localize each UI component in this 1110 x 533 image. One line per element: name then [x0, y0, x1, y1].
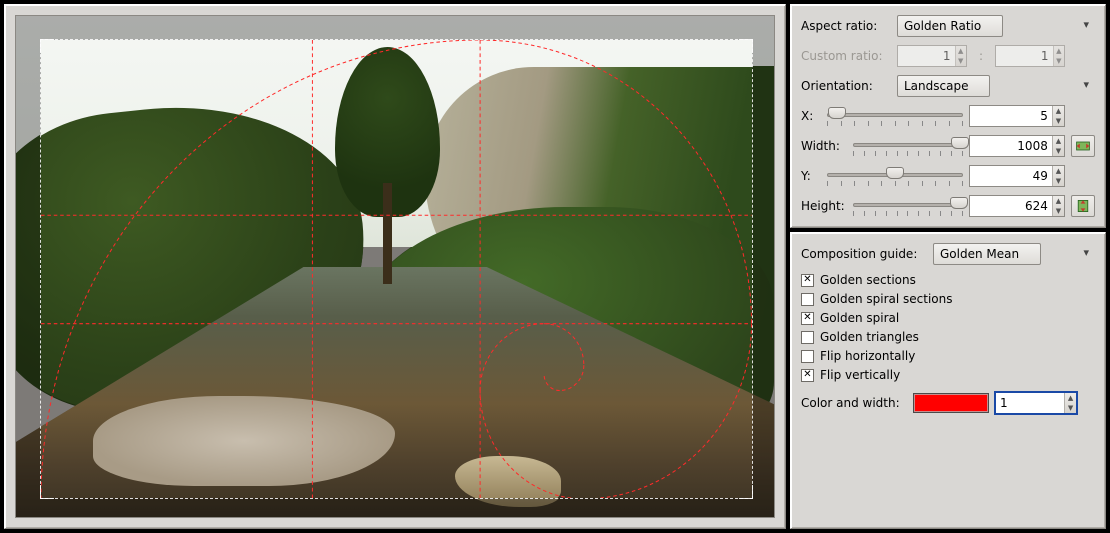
guide-color-button[interactable] — [913, 393, 989, 413]
crop-handle-tl[interactable] — [40, 39, 54, 53]
x-slider[interactable] — [827, 105, 963, 127]
golden-sections-checkbox[interactable]: ✕ — [801, 274, 814, 287]
max-height-button[interactable] — [1071, 195, 1095, 217]
crop-rectangle[interactable] — [40, 39, 753, 500]
crop-handle-bl[interactable] — [40, 485, 54, 499]
custom-ratio-b: ▲▼ — [995, 45, 1065, 67]
composition-guide-label: Composition guide: — [801, 247, 927, 261]
golden-sections-label: Golden sections — [820, 273, 916, 287]
golden-spiral-sections-label: Golden spiral sections — [820, 292, 953, 306]
stepper-up-icon[interactable]: ▲ — [1053, 106, 1064, 116]
golden-spiral-label: Golden spiral — [820, 311, 899, 325]
aspect-ratio-label: Aspect ratio: — [801, 19, 891, 33]
composition-guides-overlay — [41, 40, 752, 499]
guide-width-input[interactable]: ▲▼ — [995, 392, 1077, 414]
ratio-colon: : — [973, 49, 989, 63]
x-input[interactable]: ▲▼ — [969, 105, 1065, 127]
height-input[interactable]: ▲▼ — [969, 195, 1065, 217]
golden-triangles-checkbox[interactable] — [801, 331, 814, 344]
golden-spiral-checkbox[interactable]: ✕ — [801, 312, 814, 325]
aspect-ratio-select[interactable]: Golden Ratio — [897, 15, 1003, 37]
golden-triangles-label: Golden triangles — [820, 330, 919, 344]
custom-ratio-a: ▲▼ — [897, 45, 967, 67]
image-preview-panel — [4, 4, 786, 529]
crop-handle-br[interactable] — [739, 485, 753, 499]
flip-vertically-label: Flip vertically — [820, 368, 900, 382]
flip-horizontally-checkbox[interactable] — [801, 350, 814, 363]
flip-horizontally-label: Flip horizontally — [820, 349, 915, 363]
geometry-panel: Aspect ratio: Golden Ratio Custom ratio:… — [790, 4, 1106, 228]
max-width-button[interactable] — [1071, 135, 1095, 157]
expand-height-icon — [1075, 199, 1091, 213]
height-slider[interactable] — [853, 195, 963, 217]
x-label: X: — [801, 109, 821, 123]
flip-vertically-checkbox[interactable]: ✕ — [801, 369, 814, 382]
golden-spiral-sections-checkbox[interactable] — [801, 293, 814, 306]
width-slider[interactable] — [853, 135, 963, 157]
expand-width-icon — [1075, 139, 1091, 153]
composition-guide-select[interactable]: Golden Mean — [933, 243, 1041, 265]
y-slider[interactable] — [827, 165, 963, 187]
orientation-label: Orientation: — [801, 79, 891, 93]
width-label: Width: — [801, 139, 847, 153]
color-and-width-label: Color and width: — [801, 396, 907, 410]
y-input[interactable]: ▲▼ — [969, 165, 1065, 187]
width-input[interactable]: ▲▼ — [969, 135, 1065, 157]
image-canvas[interactable] — [15, 15, 775, 518]
y-label: Y: — [801, 169, 821, 183]
crop-handle-tr[interactable] — [739, 39, 753, 53]
height-label: Height: — [801, 199, 847, 213]
composition-panel: Composition guide: Golden Mean ✕ Golden … — [790, 232, 1106, 529]
orientation-select[interactable]: Landscape — [897, 75, 990, 97]
custom-ratio-label: Custom ratio: — [801, 49, 891, 63]
stepper-down-icon[interactable]: ▼ — [1053, 116, 1064, 126]
